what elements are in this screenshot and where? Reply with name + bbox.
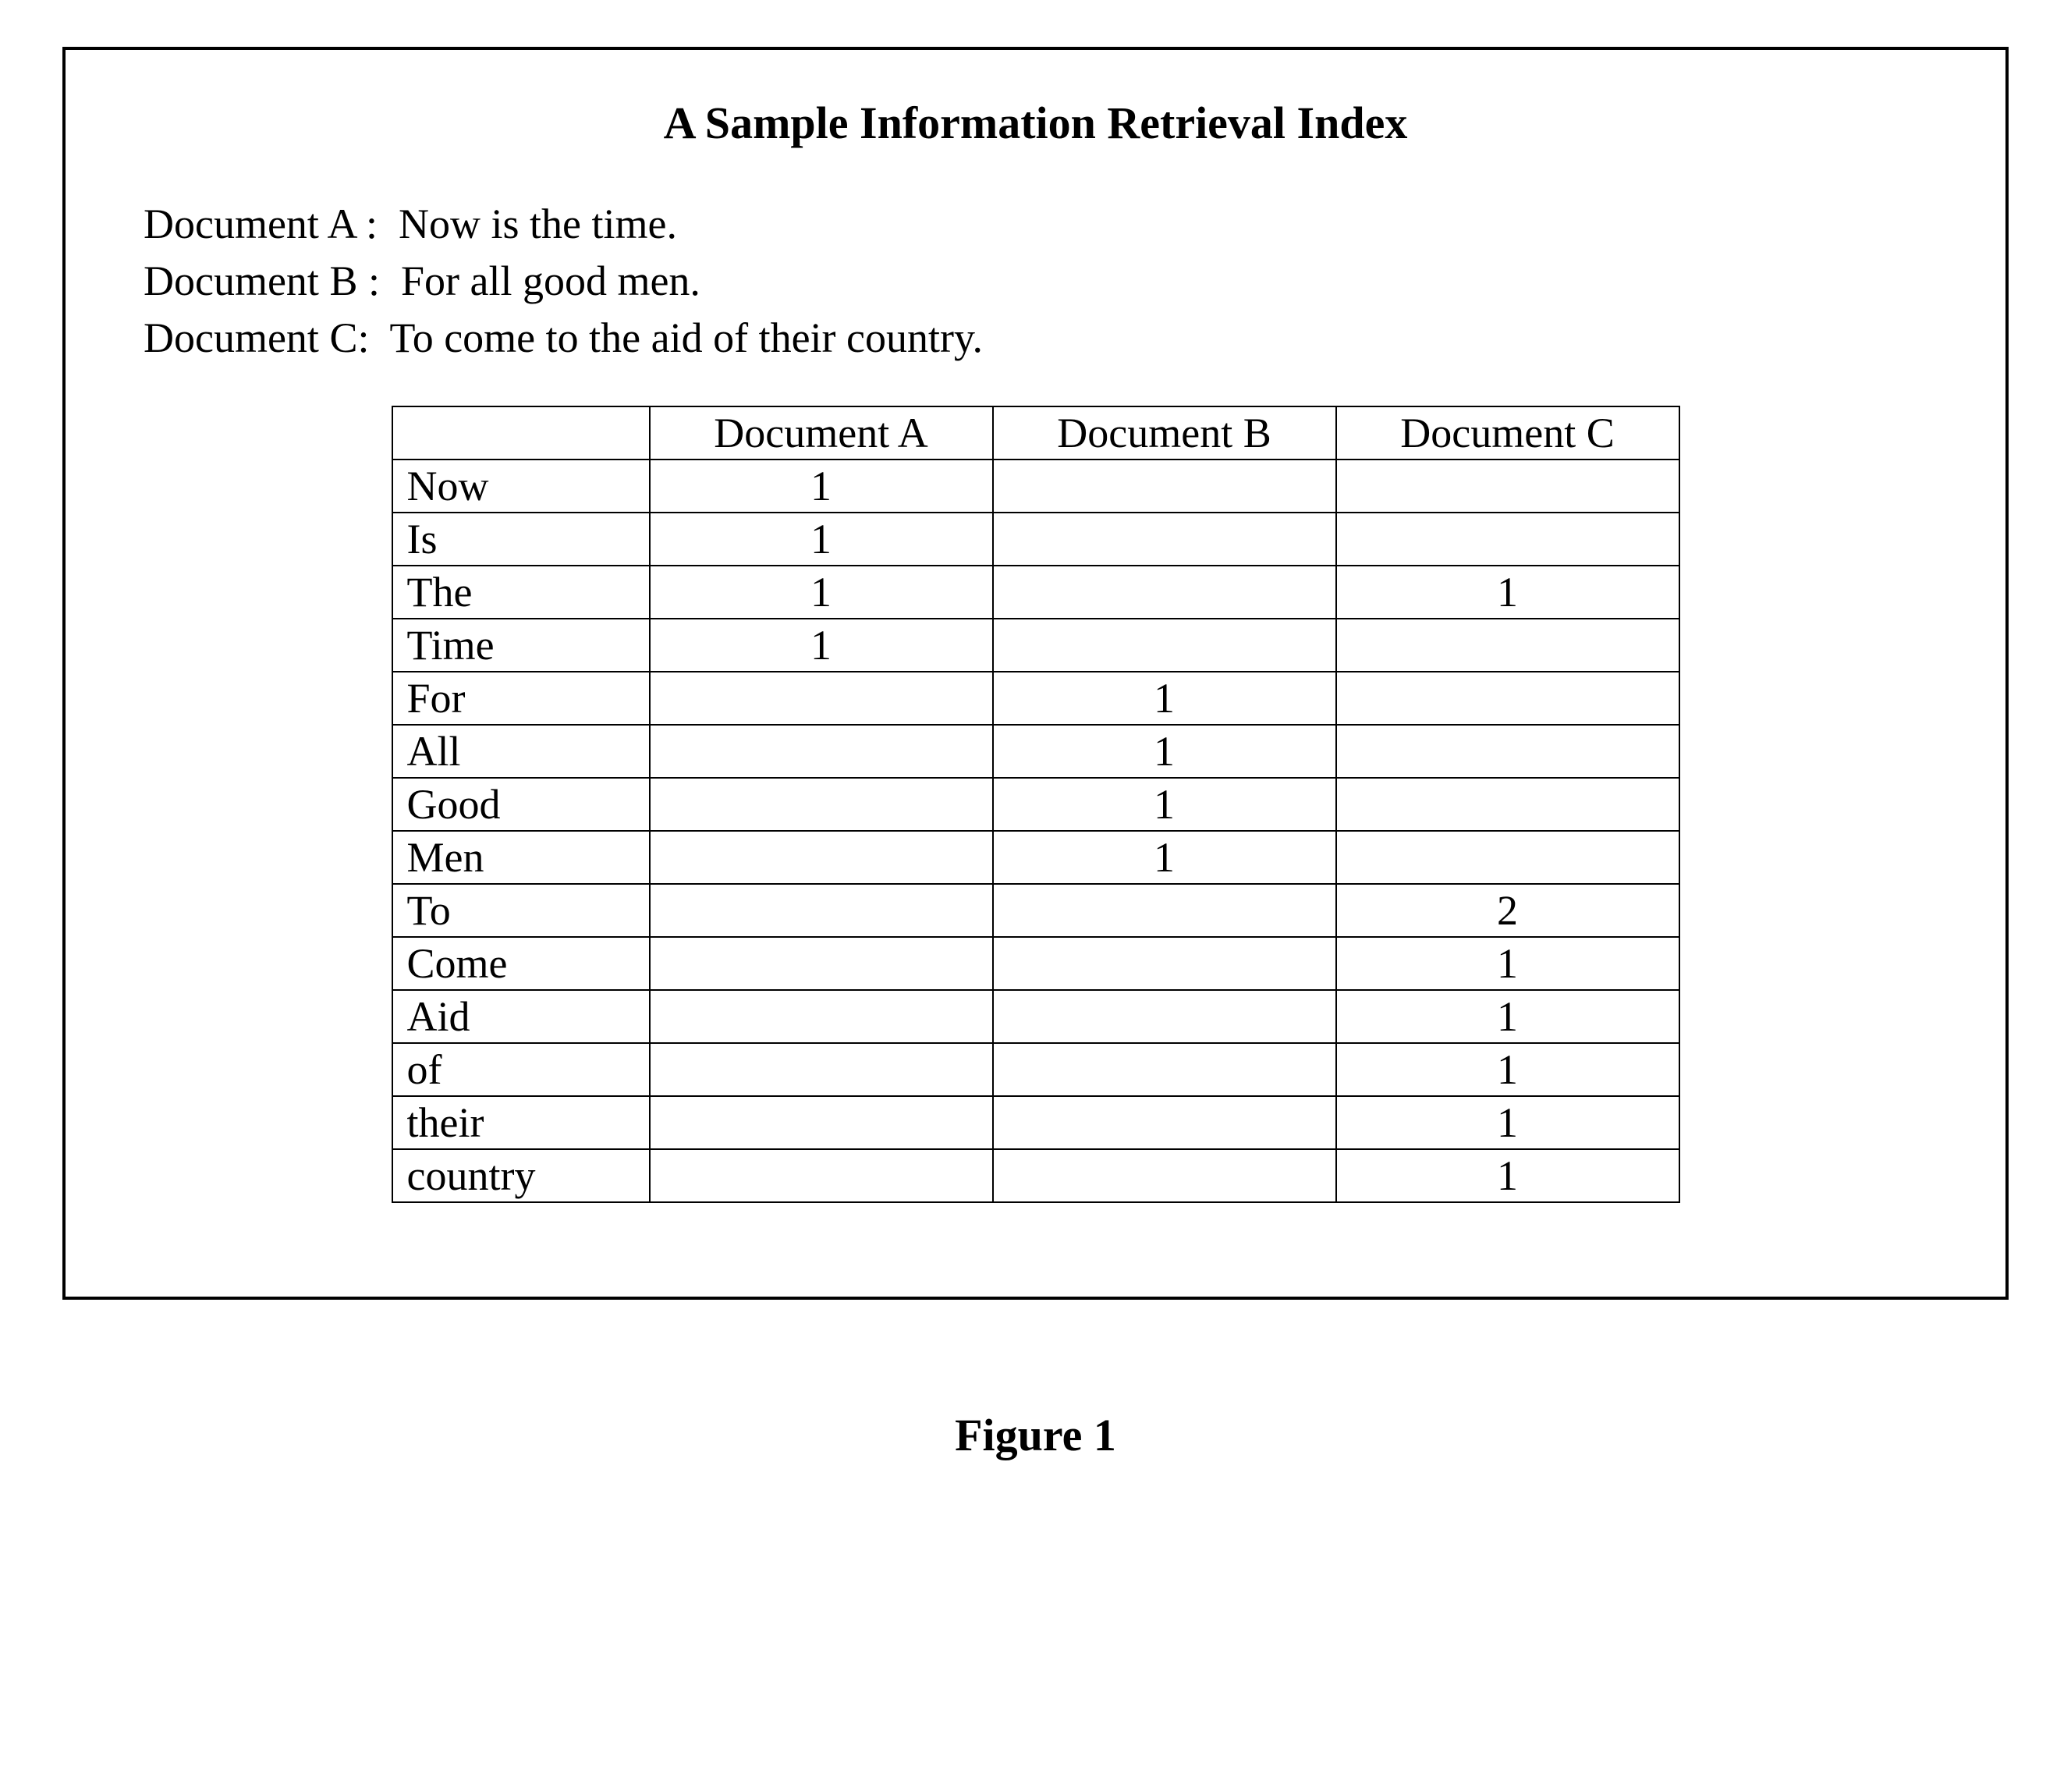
table-row: Good 1 <box>392 778 1679 831</box>
table-row: their 1 <box>392 1096 1679 1149</box>
value-cell <box>650 1043 993 1096</box>
table-row: All 1 <box>392 725 1679 778</box>
value-cell: 1 <box>1336 990 1679 1043</box>
document-text: To come to the aid of their country. <box>390 314 983 361</box>
document-line: Document C: To come to the aid of their … <box>144 310 1966 367</box>
value-cell <box>993 1149 1336 1202</box>
term-cell: All <box>392 725 650 778</box>
value-cell <box>650 831 993 884</box>
value-cell: 1 <box>993 831 1336 884</box>
term-cell: Men <box>392 831 650 884</box>
table-row: The11 <box>392 566 1679 619</box>
document-label: Document A : <box>144 200 378 247</box>
value-cell <box>1336 619 1679 672</box>
value-cell: 1 <box>1336 937 1679 990</box>
table-row: of 1 <box>392 1043 1679 1096</box>
value-cell <box>650 990 993 1043</box>
header-col-b: Document B <box>993 406 1336 460</box>
value-cell <box>650 937 993 990</box>
term-cell: Good <box>392 778 650 831</box>
value-cell: 1 <box>993 778 1336 831</box>
value-cell <box>1336 831 1679 884</box>
value-cell <box>993 513 1336 566</box>
value-cell: 1 <box>1336 566 1679 619</box>
value-cell: 1 <box>650 619 993 672</box>
document-line: Document B : For all good men. <box>144 253 1966 310</box>
term-cell: Now <box>392 460 650 513</box>
term-cell: country <box>392 1149 650 1202</box>
term-cell: The <box>392 566 650 619</box>
value-cell <box>650 672 993 725</box>
term-cell: To <box>392 884 650 937</box>
value-cell <box>650 1149 993 1202</box>
value-cell: 1 <box>650 460 993 513</box>
value-cell <box>993 884 1336 937</box>
table-row: country 1 <box>392 1149 1679 1202</box>
value-cell <box>1336 672 1679 725</box>
figure-caption: Figure 1 <box>62 1409 2009 1461</box>
value-cell <box>993 990 1336 1043</box>
term-cell: Is <box>392 513 650 566</box>
term-cell: Aid <box>392 990 650 1043</box>
value-cell <box>650 778 993 831</box>
value-cell: 1 <box>1336 1043 1679 1096</box>
value-cell <box>993 566 1336 619</box>
index-table-wrap: Document A Document B Document C Now1 Is… <box>105 406 1966 1203</box>
term-cell: their <box>392 1096 650 1149</box>
table-row: Men 1 <box>392 831 1679 884</box>
value-cell <box>1336 513 1679 566</box>
term-cell: Come <box>392 937 650 990</box>
header-col-c: Document C <box>1336 406 1679 460</box>
document-line: Document A : Now is the time. <box>144 196 1966 253</box>
table-row: Time1 <box>392 619 1679 672</box>
value-cell <box>993 937 1336 990</box>
value-cell <box>1336 460 1679 513</box>
table-row: Now1 <box>392 460 1679 513</box>
document-list: Document A : Now is the time. Document B… <box>105 196 1966 367</box>
table-row: Is1 <box>392 513 1679 566</box>
value-cell: 1 <box>650 566 993 619</box>
term-cell: For <box>392 672 650 725</box>
table-body: Now1 Is1 The11 Time1 For1 All1 Good1 Men… <box>392 460 1679 1202</box>
document-label: Document C: <box>144 314 369 361</box>
document-label: Document B : <box>144 257 380 304</box>
value-cell: 2 <box>1336 884 1679 937</box>
value-cell <box>650 884 993 937</box>
table-header-row: Document A Document B Document C <box>392 406 1679 460</box>
value-cell: 1 <box>993 725 1336 778</box>
value-cell: 1 <box>1336 1149 1679 1202</box>
value-cell <box>993 1096 1336 1149</box>
value-cell <box>1336 778 1679 831</box>
header-col-a: Document A <box>650 406 993 460</box>
value-cell <box>993 460 1336 513</box>
header-empty <box>392 406 650 460</box>
table-row: For 1 <box>392 672 1679 725</box>
term-cell: of <box>392 1043 650 1096</box>
value-cell: 1 <box>1336 1096 1679 1149</box>
figure-title: A Sample Information Retrieval Index <box>105 97 1966 149</box>
value-cell <box>1336 725 1679 778</box>
figure-frame: A Sample Information Retrieval Index Doc… <box>62 47 2009 1300</box>
value-cell: 1 <box>650 513 993 566</box>
document-text: For all good men. <box>401 257 700 304</box>
term-cell: Time <box>392 619 650 672</box>
value-cell <box>650 725 993 778</box>
table-row: Aid 1 <box>392 990 1679 1043</box>
value-cell <box>993 1043 1336 1096</box>
table-row: Come 1 <box>392 937 1679 990</box>
index-table: Document A Document B Document C Now1 Is… <box>392 406 1680 1203</box>
table-row: To 2 <box>392 884 1679 937</box>
document-text: Now is the time. <box>399 200 677 247</box>
value-cell: 1 <box>993 672 1336 725</box>
value-cell <box>993 619 1336 672</box>
value-cell <box>650 1096 993 1149</box>
